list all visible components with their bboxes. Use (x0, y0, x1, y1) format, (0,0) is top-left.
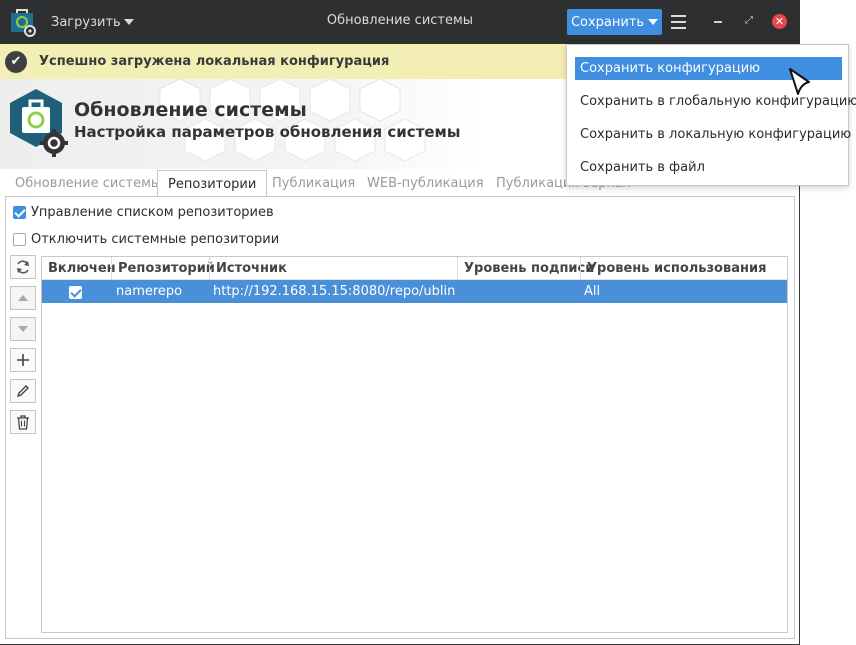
notification-text: Успешно загружена локальная конфигурация (39, 54, 390, 69)
tab-web-publication[interactable]: WEB-публикация (357, 170, 494, 196)
table-header: Включен Репозиторий Источник Уровень под… (42, 257, 787, 280)
checkbox-checked-icon[interactable] (69, 286, 82, 299)
close-icon[interactable]: ✕ (772, 14, 787, 29)
delete-repo-button[interactable] (10, 410, 36, 434)
disable-system-repos-checkbox[interactable]: Отключить системные репозитории (13, 232, 279, 247)
save-dropdown-menu: Сохранить конфигурацию Сохранить в глоба… (566, 44, 856, 186)
tab-repositories[interactable]: Репозитории (157, 170, 268, 197)
refresh-icon (17, 260, 29, 274)
column-header-enabled[interactable]: Включен (42, 257, 116, 280)
system-update-logo-icon (10, 89, 68, 157)
move-down-button[interactable] (10, 317, 36, 341)
app-logo-icon (11, 9, 36, 37)
minimize-icon[interactable] (714, 21, 722, 23)
column-header-usage-level[interactable]: Уровень использования (580, 257, 787, 280)
column-header-repository[interactable]: Репозиторий (111, 257, 215, 280)
trash-icon (17, 414, 29, 430)
save-menu-button[interactable]: Сохранить (567, 9, 662, 35)
move-up-button[interactable] (10, 286, 36, 310)
column-header-source[interactable]: Источник (209, 257, 457, 280)
menu-item-save-local-config[interactable]: Сохранить в локальную конфигурацию (575, 123, 851, 146)
save-menu-label: Сохранить (570, 14, 645, 30)
restore-icon[interactable]: ⤢ (742, 14, 756, 28)
tab-publication[interactable]: Публикация (262, 170, 365, 196)
disable-system-repos-label: Отключить системные репозитории (31, 232, 280, 247)
title-bar: Загрузить Обновление системы Сохранить ⤢… (0, 0, 800, 44)
column-header-sign-level[interactable]: Уровень подписи (457, 257, 594, 280)
tab-system-update[interactable]: Обновление системы (5, 170, 171, 196)
checkbox-checked-icon[interactable] (13, 206, 26, 219)
page-subtitle: Настройка параметров обновления системы (74, 123, 461, 141)
checkmark-icon: ✔ (5, 50, 27, 73)
load-menu-label: Загрузить (51, 14, 121, 30)
load-menu-button[interactable]: Загрузить (51, 13, 134, 31)
menu-item-save-global-config[interactable]: Сохранить в глобальную конфигурацию (575, 90, 856, 113)
hamburger-menu-icon[interactable] (671, 15, 686, 29)
manage-repos-checkbox[interactable]: Управление списком репозиториев (13, 205, 274, 220)
refresh-button[interactable] (10, 255, 36, 279)
row-repo-name: namerepo (116, 284, 183, 299)
table-row[interactable]: namerepo http://192.168.15.15:8080/repo/… (42, 280, 787, 303)
pencil-icon (16, 385, 29, 398)
checkbox-unchecked-icon[interactable] (13, 233, 26, 246)
row-source: http://192.168.15.15:8080/repo/ublinu... (213, 284, 455, 299)
add-repo-button[interactable] (10, 348, 36, 372)
edit-repo-button[interactable] (10, 379, 36, 403)
manage-repos-label: Управление списком репозиториев (31, 205, 274, 220)
plus-icon (17, 354, 29, 366)
chevron-down-icon (648, 19, 659, 25)
chevron-down-icon (123, 19, 134, 25)
repositories-table: Включен Репозиторий Источник Уровень под… (41, 256, 788, 633)
menu-item-save-to-file[interactable]: Сохранить в файл (575, 156, 842, 179)
arrow-up-icon (18, 295, 28, 301)
row-enabled-checkbox[interactable] (69, 284, 82, 299)
row-usage-level: All (584, 284, 601, 299)
menu-item-save-config[interactable]: Сохранить конфигурацию (575, 57, 842, 80)
row-sign-level (461, 280, 579, 303)
arrow-down-icon (18, 326, 28, 332)
page-title: Обновление системы (74, 99, 307, 121)
